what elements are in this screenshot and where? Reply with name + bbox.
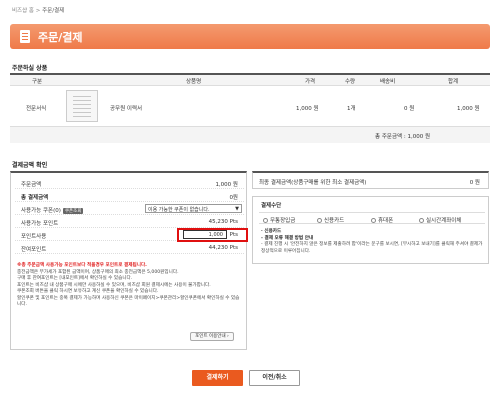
- header-shipping: 배송비: [380, 79, 396, 85]
- available-points-value: 45,230 Pts: [208, 219, 238, 225]
- radio-icon: [371, 218, 376, 223]
- radio-credit-card[interactable]: 신용카드: [317, 216, 344, 224]
- breadcrumb-separator: >: [35, 8, 41, 14]
- radio-realtime-transfer[interactable]: 실시간계좌이체: [419, 216, 461, 224]
- header-product-name: 상품명: [186, 79, 202, 85]
- remaining-points-label: 잔여포인트: [21, 247, 47, 253]
- page-title: 주문/결제: [38, 31, 83, 44]
- order-amount-value: 1,000 원: [215, 182, 238, 188]
- coupon-select[interactable]: 이용 가능한 쿠폰이 없습니다. ▼: [145, 204, 242, 213]
- header-price: 가격: [305, 79, 316, 85]
- available-points-label: 사용가능 포인트: [21, 221, 59, 227]
- cancel-button[interactable]: 이전/취소: [249, 370, 300, 386]
- coupon-lookup-button[interactable]: 쿠폰조회: [62, 208, 84, 214]
- breadcrumb-home[interactable]: 비즈샵 홈: [12, 8, 34, 14]
- payment-notes: ※총 주문금액 사용가능 포인트보다 적을경우 포인트로 결제됩니다. 충전금액…: [17, 263, 243, 309]
- remaining-points-row: 잔여포인트 44,230 Pts: [15, 242, 244, 254]
- total-payment-label: 총 결제금액: [21, 195, 49, 201]
- final-amount-box: 최종 결제금액(상품구매를 위한 최소 결제금액) 0 원: [252, 171, 489, 189]
- payment-amount-box: 주문금액 1,000 원 총 결제금액 0원 사용가능 쿠폰(0) 쿠폰조회 이용…: [10, 171, 248, 350]
- clipboard-icon: [20, 30, 30, 43]
- row-shipping: 0 원: [404, 106, 415, 112]
- header-total: 합계: [448, 79, 459, 85]
- order-amount-label: 주문금액: [21, 182, 42, 188]
- payment-method-box: 결제수단 무통장입금 신용카드 휴대폰 실시간계좌이체 · 신용카드 - 결제 …: [252, 196, 489, 264]
- order-total: 총 주문금액 : 1,000 원: [375, 134, 430, 140]
- point-use-label: 포인트사용: [21, 234, 47, 240]
- payment-section-title: 결제금액 확인: [12, 162, 48, 169]
- header-quantity: 수량: [345, 79, 356, 85]
- order-amount-row: 주문금액 1,000 원: [15, 177, 244, 189]
- total-payment-row: 총 결제금액 0원: [15, 190, 244, 202]
- payment-method-title: 결제수단: [261, 203, 282, 209]
- row-quantity: 1개: [347, 106, 356, 112]
- point-use-unit: Pts: [229, 232, 238, 238]
- coupon-row: 사용가능 쿠폰(0) 쿠폰조회 이용 가능한 쿠폰이 없습니다. ▼: [15, 203, 244, 215]
- total-payment-value: 0원: [229, 195, 238, 201]
- radio-icon: [263, 218, 268, 223]
- product-thumbnail[interactable]: [66, 90, 98, 122]
- row-total: 1,000 원: [457, 106, 480, 112]
- point-guide-button[interactable]: 포인트 이용안내 ›: [190, 332, 234, 341]
- radio-mobile[interactable]: 휴대폰: [371, 216, 393, 224]
- note-line: 할인쿠폰 및 포인트는 중복 결제가 가능하며 사용하신 쿠폰은 마이페이지>쿠…: [17, 295, 240, 308]
- pay-button[interactable]: 결제하기: [192, 370, 243, 386]
- chevron-down-icon: ▼: [235, 206, 239, 212]
- breadcrumb-current: 주문/결제: [42, 8, 65, 14]
- point-use-input[interactable]: 1,000: [183, 230, 227, 239]
- row-product-name[interactable]: 공무원 이력서: [110, 104, 142, 112]
- table-row: 전문서식 공무원 이력서 1,000 원 1개 0 원 1,000 원: [10, 87, 490, 127]
- page-title-banner: 주문/결제: [10, 24, 490, 49]
- products-table-header: 구분 상품명 가격 수량 배송비 합계: [10, 75, 490, 86]
- breadcrumb: 비즈샵 홈 > 주문/결제: [12, 6, 64, 14]
- radio-icon: [419, 218, 424, 223]
- products-table: 구분 상품명 가격 수량 배송비 합계 전문서식 공무원 이력서 1,000 원…: [10, 73, 490, 143]
- payment-method-info: · 신용카드 - 결제 오류 해결 방법 안내 - 결제 진행 시 '안전하지 …: [261, 229, 483, 255]
- row-price: 1,000 원: [296, 106, 319, 112]
- order-total-bar: 총 주문금액 : 1,000 원: [10, 127, 490, 143]
- payment-method-options: 무통장입금 신용카드 휴대폰 실시간계좌이체: [259, 212, 485, 224]
- payment-method-info-line: - 결제 진행 시 '안전하지 않은 정보를 제출하려 합'이라는 문구를 보시…: [261, 242, 483, 254]
- header-category: 구분: [32, 79, 43, 85]
- available-points-row: 사용가능 포인트 45,230 Pts: [15, 216, 244, 228]
- final-amount-value: 0 원: [469, 180, 480, 186]
- row-category: 전문서식: [26, 106, 47, 112]
- products-section-title: 주문하실 상품: [12, 65, 48, 72]
- final-amount-label: 최종 결제금액(상품구매를 위한 최소 결제금액): [259, 180, 367, 186]
- remaining-points-value: 44,230 Pts: [208, 245, 238, 251]
- coupon-select-value: 이용 가능한 쿠폰이 없습니다.: [148, 207, 210, 213]
- point-use-row: 포인트사용 1,000 Pts: [15, 228, 248, 242]
- coupon-label: 사용가능 쿠폰(0) 쿠폰조회: [21, 208, 84, 214]
- radio-icon: [317, 218, 322, 223]
- radio-bank-transfer[interactable]: 무통장입금: [263, 216, 295, 224]
